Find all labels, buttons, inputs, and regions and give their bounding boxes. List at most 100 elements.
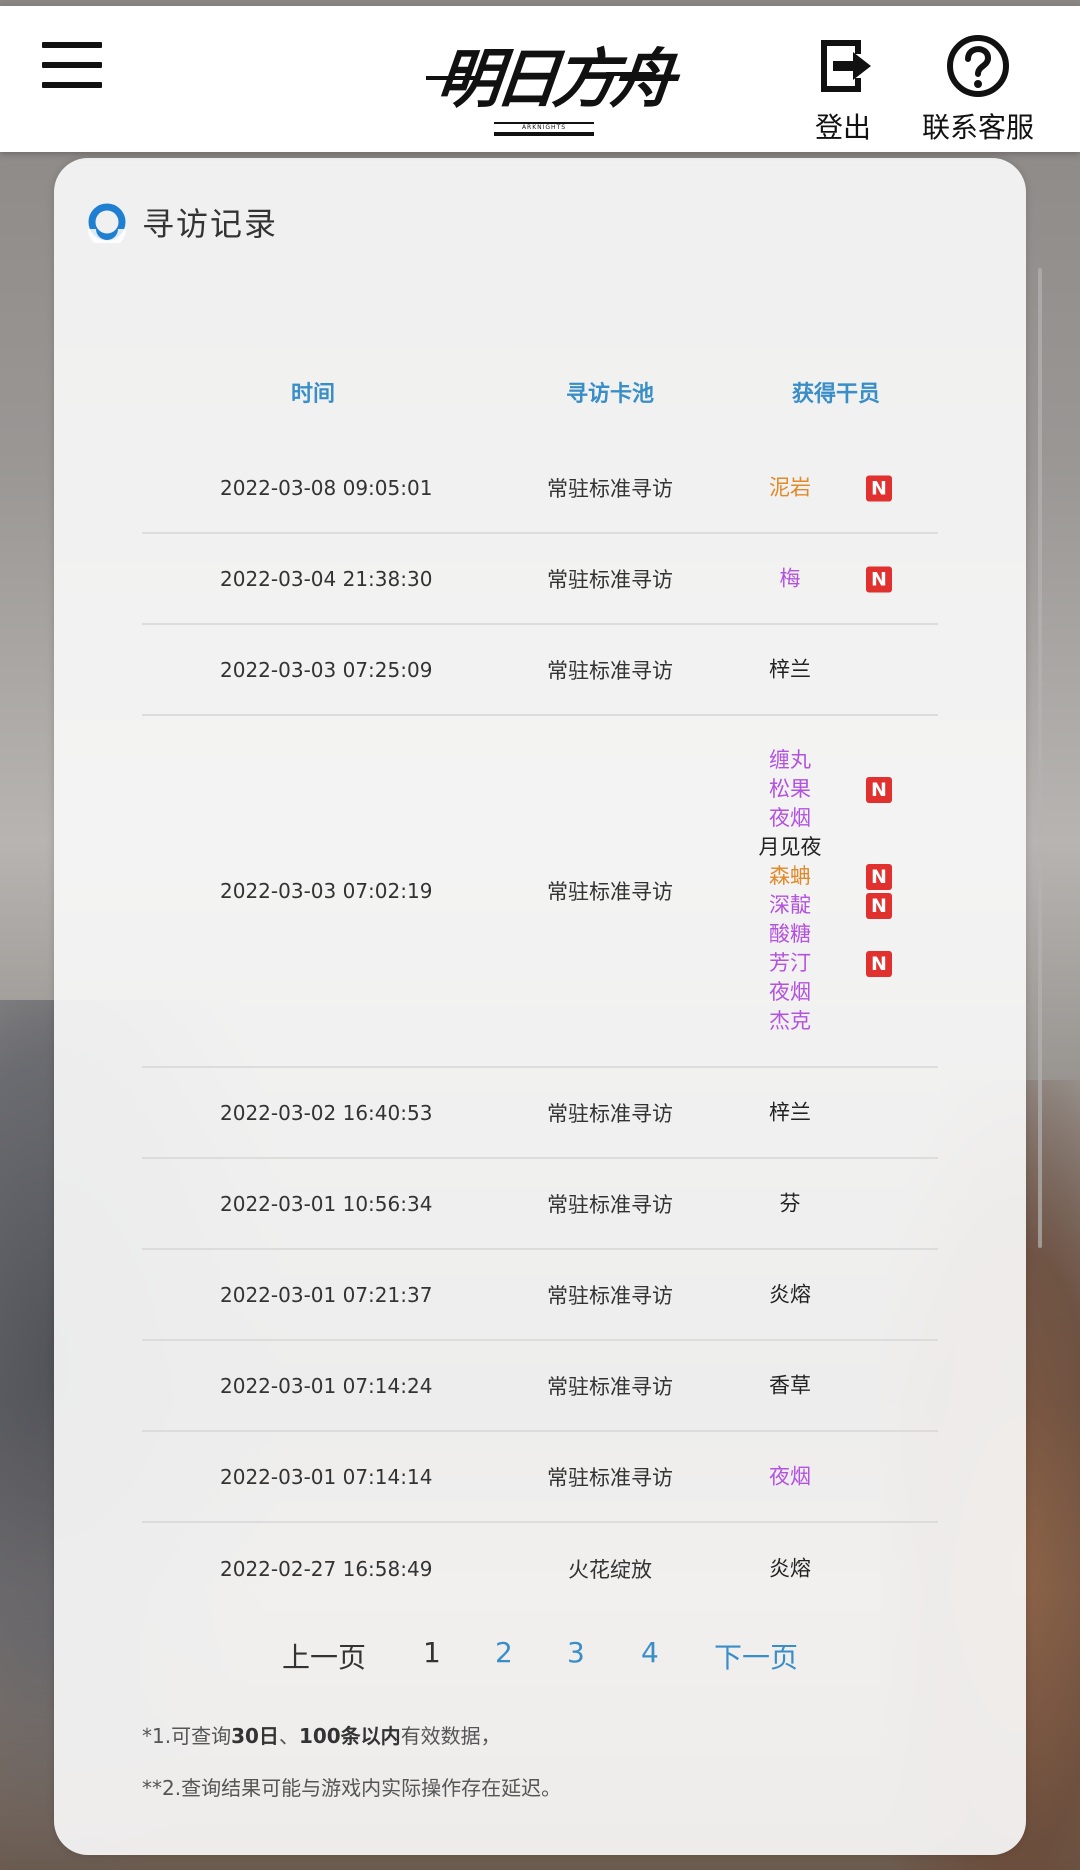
operator-list: 芬	[742, 1189, 882, 1218]
record-pool: 常驻标准寻访	[547, 1283, 673, 1308]
operator-list: 缠丸 松果 N 夜烟 月见夜 森蚺 N 深靛 N 酸糖 芳汀 N 夜烟 杰克	[742, 746, 892, 1036]
operator-list: 梓兰	[742, 1098, 882, 1127]
table-row: 2022-02-27 16:58:49 火花绽放 炎熔	[142, 1523, 938, 1614]
column-header-operators: 获得干员	[791, 382, 880, 407]
records-card: 寻访记录 时间 寻访卡池 获得干员 2022-03-08 09:05:01 常驻标…	[54, 158, 1042, 1855]
operator-name: 梅	[779, 566, 801, 590]
record-pool: 常驻标准寻访	[547, 1465, 673, 1490]
logout-button[interactable]: 登出	[808, 34, 878, 144]
operator-name: 芳汀	[769, 951, 811, 975]
new-badge: N	[866, 566, 892, 592]
table-row: 2022-03-01 07:21:37 常驻标准寻访 炎熔	[142, 1250, 938, 1341]
operator-entry: 夜烟	[742, 1462, 838, 1491]
record-time: 2022-03-01 10:56:34	[220, 1191, 433, 1216]
operator-entry: 泥岩 N	[742, 473, 892, 502]
table-row: 2022-03-04 21:38:30 常驻标准寻访梅 N	[142, 534, 938, 625]
next-page-button[interactable]: 下一页	[714, 1636, 798, 1676]
operator-entry: 香草	[742, 1371, 838, 1400]
operator-list: 香草	[742, 1371, 882, 1400]
new-badge: N	[866, 475, 892, 501]
record-time: 2022-03-08 09:05:01	[220, 475, 433, 500]
operator-entry: 月见夜	[742, 833, 838, 862]
operator-name: 泥岩	[769, 475, 811, 499]
logout-label: 登出	[814, 111, 871, 144]
page-3-button[interactable]: 3	[567, 1636, 585, 1669]
operator-name: 缠丸	[769, 748, 811, 772]
table-row: 2022-03-08 09:05:01 常驻标准寻访 泥岩 N	[142, 443, 938, 534]
record-time: 2022-03-01 07:14:14	[220, 1464, 433, 1489]
operator-entry: 芬	[742, 1189, 838, 1218]
operator-entry: 缠丸	[742, 746, 838, 775]
question-circle-icon	[947, 35, 1009, 97]
operator-name: 杰克	[769, 1009, 811, 1033]
operator-name: 夜烟	[769, 980, 811, 1004]
operator-list: 炎熔	[742, 1280, 882, 1309]
operator-name: 炎熔	[769, 1282, 811, 1306]
table-row: 2022-03-03 07:02:19 常驻标准寻访 缠丸 松果 N 夜烟 月见夜 森蚺 N 深靛…	[142, 716, 938, 1068]
operator-entry: 梓兰	[742, 1098, 838, 1127]
operator-entry: 炎熔	[742, 1554, 838, 1583]
operator-name: 夜烟	[769, 806, 811, 830]
note-delay: **2.查询结果可能与游戏内实际操作存在延迟。	[142, 1776, 562, 1800]
record-time: 2022-02-27 16:58:49	[220, 1556, 433, 1581]
operator-entry: 松果 N	[742, 775, 892, 804]
arknights-logo: 明日方舟 ARKNIGHTS	[420, 22, 673, 142]
scrollbar[interactable]	[1038, 268, 1042, 1248]
page-2-button[interactable]: 2	[495, 1636, 513, 1669]
operator-list: 梓兰	[742, 655, 882, 684]
operator-entry: 梅N	[742, 564, 892, 593]
table-row: 2022-03-01 07:14:14 常驻标准寻访 夜烟	[142, 1432, 938, 1523]
logo-subtitle: ARKNIGHTS	[494, 122, 594, 136]
operator-entry: 夜烟	[742, 804, 838, 833]
record-pool: 常驻标准寻访	[547, 1192, 673, 1217]
contact-support-label: 联系客服	[921, 111, 1034, 144]
operator-entry: 梓兰	[742, 655, 838, 684]
operator-entry: 芳汀 N	[742, 949, 892, 978]
record-time: 2022-03-03 07:02:19	[220, 879, 433, 903]
table-row: 2022-03-01 07:14:24 常驻标准寻访 香草	[142, 1341, 938, 1432]
operator-list: 夜烟	[742, 1462, 882, 1491]
record-pool: 常驻标准寻访	[547, 476, 673, 501]
operator-name: 深靛	[769, 893, 811, 917]
table-row: 2022-03-01 10:56:34 常驻标准寻访 芬	[142, 1159, 938, 1250]
table-header: 时间 寻访卡池 获得干员	[54, 376, 1026, 416]
operator-entry: 炎熔	[742, 1280, 838, 1309]
operator-entry: 森蚺 N	[742, 862, 892, 891]
operator-name: 梓兰	[769, 657, 811, 681]
page-4-button[interactable]: 4	[641, 1636, 659, 1669]
record-time: 2022-03-02 16:40:53	[220, 1100, 433, 1125]
top-bar: 明日方舟 ARKNIGHTS 登出 联系客服	[0, 6, 1080, 152]
operator-name: 月见夜	[758, 835, 822, 859]
new-badge: N	[866, 777, 892, 803]
record-pool: 常驻标准寻访	[547, 1374, 673, 1399]
operator-name: 夜烟	[769, 1464, 811, 1488]
operator-name: 梓兰	[769, 1100, 811, 1124]
record-pool: 常驻标准寻访	[547, 1101, 673, 1126]
page-1-button[interactable]: 1	[423, 1636, 441, 1669]
record-pool: 常驻标准寻访	[547, 658, 673, 683]
new-badge: N	[866, 893, 892, 919]
pagination: 上一页 1 2 3 4 下一页	[54, 1636, 1026, 1676]
operator-list: 梅N	[742, 564, 892, 593]
operator-list: 炎熔	[742, 1554, 882, 1583]
operator-name: 芬	[779, 1191, 801, 1215]
contact-support-button[interactable]: 联系客服	[916, 34, 1040, 144]
records-table-body: 2022-03-08 09:05:01 常驻标准寻访 泥岩 N 2022-03-04 2…	[142, 443, 938, 1614]
note-query-limit: *1.可查询30日、100条以内有效数据，	[142, 1724, 501, 1748]
operator-name: 酸糖	[769, 922, 811, 946]
prev-page-button[interactable]: 上一页	[282, 1636, 366, 1676]
operator-entry: 杰克	[742, 1007, 838, 1036]
table-row: 2022-03-02 16:40:53 常驻标准寻访 梓兰	[142, 1068, 938, 1159]
new-badge: N	[866, 864, 892, 890]
operator-entry: 深靛 N	[742, 891, 892, 920]
operator-list: 泥岩 N	[742, 473, 892, 502]
loading-ring-icon	[88, 203, 126, 243]
hamburger-menu-icon[interactable]	[42, 40, 102, 90]
record-time: 2022-03-01 07:14:24	[220, 1373, 433, 1398]
operator-entry: 酸糖	[742, 920, 838, 949]
record-time: 2022-03-04 21:38:30	[220, 566, 433, 591]
new-badge: N	[866, 951, 892, 977]
column-header-pool: 寻访卡池	[565, 382, 654, 407]
operator-name: 香草	[769, 1373, 811, 1397]
page-title: 寻访记录	[142, 205, 279, 243]
